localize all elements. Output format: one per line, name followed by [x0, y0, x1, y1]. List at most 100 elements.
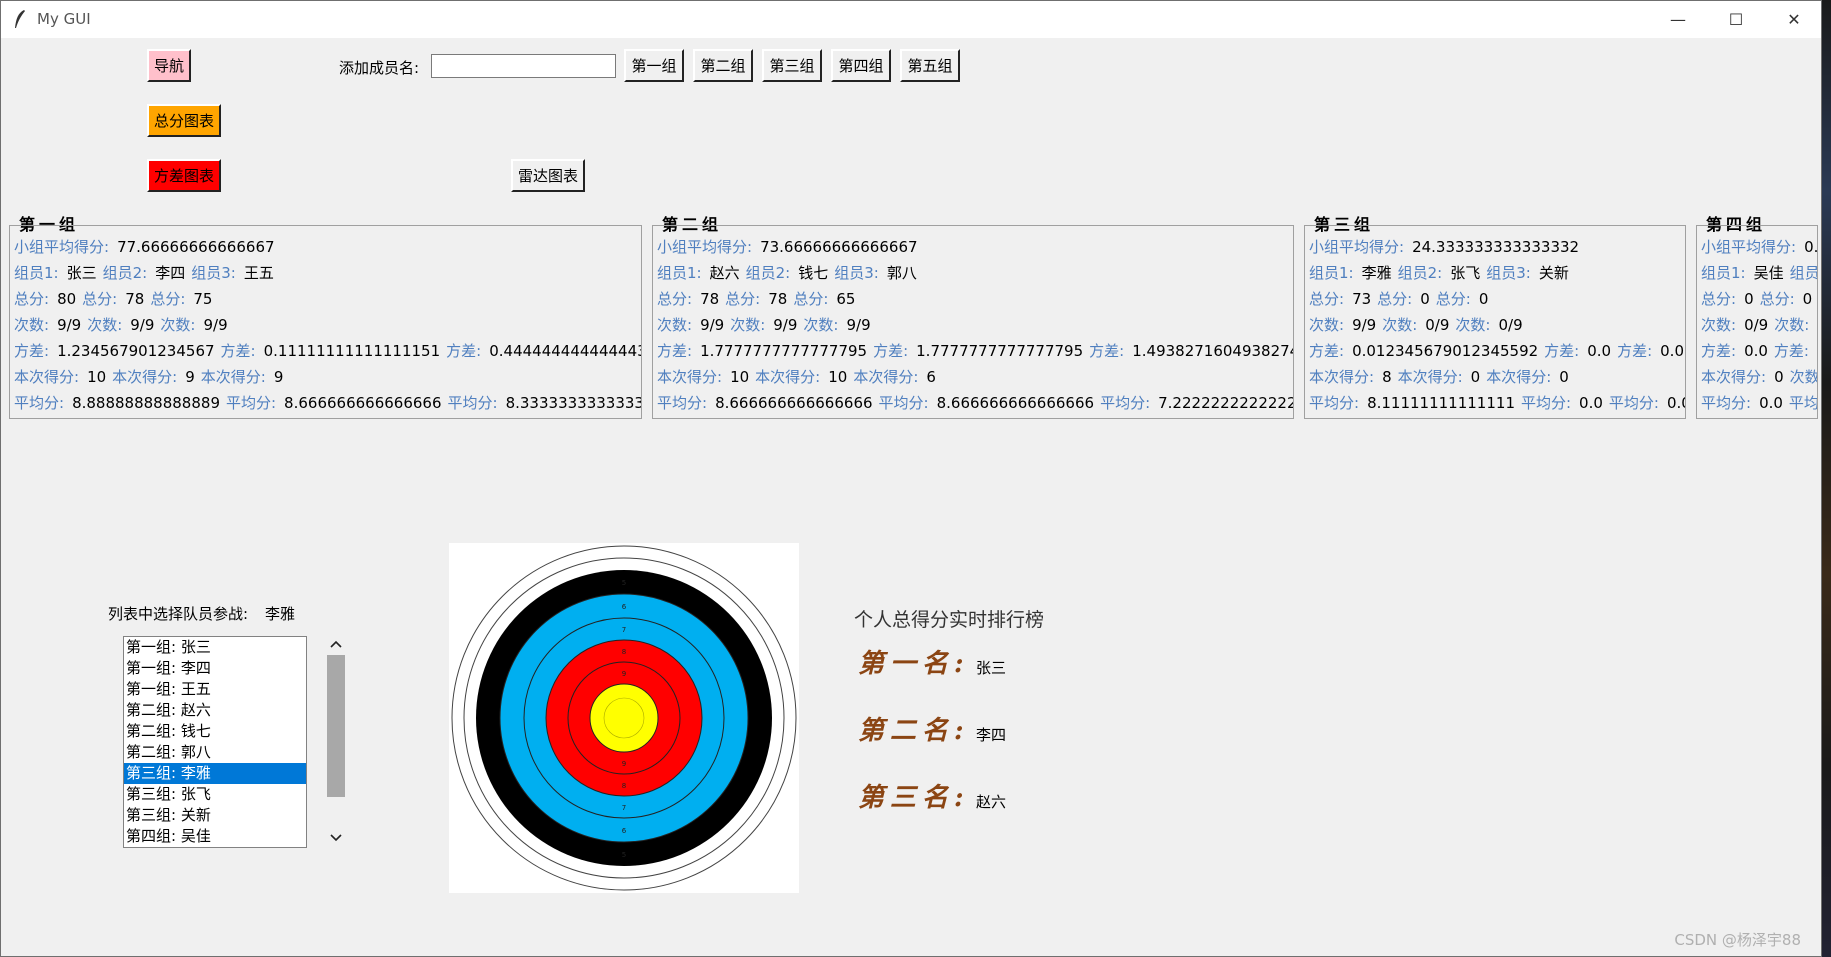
counts-label: 次数:	[803, 316, 839, 334]
group-avg-value: 77.66666666666667	[117, 238, 275, 256]
totals-value: 78	[700, 290, 720, 308]
app-window: My GUI — ☐ ✕ 导航 总分图表 方差图表 雷达图表 添加成员名: 第一…	[0, 0, 1822, 957]
current-value: 9	[273, 368, 284, 386]
current-value: 10	[730, 368, 750, 386]
current-label: 本次得分:	[853, 368, 919, 386]
rank-3-label: 第三名:	[858, 783, 970, 813]
current-label: 本次得分:	[1309, 368, 1375, 386]
counts-value: 9/9	[203, 316, 228, 334]
group-variance-row: 方差: 0.0 方差:	[1701, 340, 1817, 362]
totals-label: 总分:	[1435, 290, 1471, 308]
current-label: 本次得分:	[657, 368, 723, 386]
rank-3-name: 赵六	[976, 793, 1007, 811]
members-label: 组员2:	[1397, 264, 1443, 282]
player-list-item[interactable]: 第三组: 关新	[124, 805, 306, 826]
player-list-item[interactable]: 第三组: 李雅	[124, 763, 306, 784]
average-value: 8.666666666666666	[284, 394, 442, 412]
average-label: 平均分:	[1701, 394, 1752, 412]
members-value: 郭八	[886, 264, 917, 282]
player-listbox[interactable]: 第一组: 张三 第一组: 李四 第一组: 王五 第二组: 赵六 第二组: 钱七 第二组: …	[123, 636, 307, 848]
average-label: 平均分:	[657, 394, 708, 412]
group5-button[interactable]: 第五组	[900, 49, 960, 82]
totals-label: 总分:	[1701, 290, 1737, 308]
variance-chart-button[interactable]: 方差图表	[147, 159, 221, 192]
watermark: CSDN @杨泽宇88	[1674, 931, 1801, 949]
player-list-item[interactable]: 第一组: 王五	[124, 679, 306, 700]
player-list-item[interactable]: 第二组: 赵六	[124, 700, 306, 721]
average-label: 平均分:	[1309, 394, 1360, 412]
player-list-item[interactable]: 第四组: 吴佳	[124, 826, 306, 847]
average-label: 平均分:	[878, 394, 929, 412]
average-label: 平均分:	[1608, 394, 1659, 412]
average-label: 平均分:	[225, 394, 277, 412]
members-label: 组员1:	[1701, 264, 1746, 282]
counts-label: 次数:	[1455, 316, 1491, 334]
variance-value: 1.7777777777777795	[916, 342, 1084, 360]
player-list-item[interactable]: 第三组: 张飞	[124, 784, 306, 805]
counts-label: 次数:	[1701, 316, 1737, 334]
scroll-down-icon[interactable]	[330, 834, 342, 842]
totals-value: 75	[193, 290, 213, 308]
variance-value: 0.0	[1660, 342, 1684, 360]
close-button[interactable]: ✕	[1765, 1, 1821, 38]
group-avg-label: 小组平均得分:	[1309, 238, 1405, 256]
minimize-button[interactable]: —	[1649, 1, 1707, 38]
player-list-item[interactable]: 第一组: 李四	[124, 658, 306, 679]
counts-value: 9/9	[1352, 316, 1377, 334]
scroll-thumb[interactable]	[327, 655, 345, 797]
group-avg-label: 小组平均得分:	[657, 238, 753, 256]
current-value: 9	[185, 368, 195, 386]
counts-label: 次数:	[160, 316, 196, 334]
group4-button[interactable]: 第四组	[831, 49, 891, 82]
selected-player-name: 李雅	[265, 605, 296, 623]
group-current-row: 本次得分: 0 次数:	[1701, 366, 1817, 388]
nav-button[interactable]: 导航	[147, 49, 191, 82]
totals-label: 总分:	[150, 290, 186, 308]
group-members-row: 组员1: 张三 组员2: 李四 组员3: 王五	[14, 262, 280, 284]
rank-1-label: 第一名:	[858, 649, 970, 679]
variance-value: 1.234567901234567	[57, 342, 215, 360]
members-value: 张飞	[1450, 264, 1481, 282]
members-label: 组员1:	[14, 264, 59, 282]
current-label: 本次得分:	[14, 368, 80, 386]
average-label: 平均分:	[14, 394, 65, 412]
counts-label: 次数:	[1309, 316, 1345, 334]
variance-value: 0.11111111111111151	[263, 342, 441, 360]
add-member-label: 添加成员名:	[339, 59, 420, 77]
group-variance-row: 方差: 0.012345679012345592 方差: 0.0 方差: 0.0	[1309, 340, 1685, 362]
variance-value: 1.4938271604938274	[1132, 342, 1294, 360]
variance-label: 方差:	[873, 342, 909, 360]
variance-label: 方差:	[446, 342, 482, 360]
totals-label: 总分:	[1309, 290, 1345, 308]
group3-button[interactable]: 第三组	[762, 49, 822, 82]
minimize-icon: —	[1670, 10, 1686, 29]
variance-value: 0.0	[1587, 342, 1612, 360]
variance-label: 方差:	[220, 342, 256, 360]
counts-value: 9/9	[57, 316, 82, 334]
group-avg-label: 小组平均得分:	[1701, 238, 1797, 256]
variance-label: 方差:	[1089, 342, 1125, 360]
ring-score-label: 8	[622, 782, 626, 790]
add-member-input[interactable]	[431, 54, 616, 78]
group-counts-row: 次数: 9/9 次数: 0/9 次数: 0/9	[1309, 314, 1529, 336]
player-scrollbar[interactable]	[325, 633, 347, 849]
total-chart-button[interactable]: 总分图表	[147, 104, 221, 137]
group-current-row: 本次得分: 8 本次得分: 0 本次得分: 0	[1309, 366, 1575, 388]
group-variance-row: 方差: 1.234567901234567 方差: 0.111111111111111…	[14, 340, 641, 362]
current-value: 10	[828, 368, 848, 386]
player-list-item[interactable]: 第一组: 张三	[124, 637, 306, 658]
variance-value: 1.7777777777777795	[700, 342, 868, 360]
maximize-button[interactable]: ☐	[1707, 1, 1765, 38]
current-value: 0	[1774, 368, 1784, 386]
totals-value: 73	[1352, 290, 1372, 308]
group-average-row: 平均分: 8.666666666666666 平均分: 8.6666666666666…	[657, 392, 1293, 414]
members-label: 组员2:	[745, 264, 791, 282]
group1-button[interactable]: 第一组	[624, 49, 684, 82]
group2-button[interactable]: 第二组	[693, 49, 753, 82]
radar-chart-button[interactable]: 雷达图表	[511, 159, 585, 192]
members-value: 王五	[243, 264, 274, 282]
player-list-item[interactable]: 第二组: 钱七	[124, 721, 306, 742]
rank-1-name: 张三	[976, 659, 1007, 677]
scroll-up-icon[interactable]	[330, 640, 342, 648]
player-list-item[interactable]: 第二组: 郭八	[124, 742, 306, 763]
